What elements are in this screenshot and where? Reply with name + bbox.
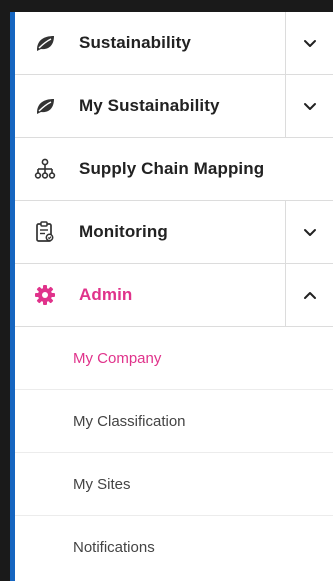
expand-toggle[interactable] xyxy=(285,12,333,74)
sidebar-menu: Sustainability My Sustainability Supply … xyxy=(15,12,333,581)
menu-item-sustainability[interactable]: Sustainability xyxy=(15,12,333,75)
leaf-icon xyxy=(33,94,57,118)
menu-item-admin[interactable]: Admin xyxy=(15,264,333,327)
menu-item-label: Monitoring xyxy=(79,222,168,241)
org-chart-icon xyxy=(33,157,57,181)
chevron-down-icon xyxy=(303,102,316,110)
menu-item-label: Admin xyxy=(79,285,133,304)
menu-item-label: My Sustainability xyxy=(79,96,220,115)
menu-item-label: Supply Chain Mapping xyxy=(79,159,265,178)
leaf-icon xyxy=(33,31,57,55)
submenu-item-notifications[interactable]: Notifications xyxy=(15,516,333,579)
chevron-up-icon xyxy=(303,291,316,299)
chevron-down-icon xyxy=(303,39,316,47)
menu-item-monitoring[interactable]: Monitoring xyxy=(15,201,333,264)
submenu-item-my-company[interactable]: My Company xyxy=(15,327,333,390)
submenu-item-label: My Company xyxy=(73,349,162,367)
submenu-item-label: My Classification xyxy=(73,412,186,430)
menu-item-label: Sustainability xyxy=(79,33,191,52)
menu-item-my-sustainability[interactable]: My Sustainability xyxy=(15,75,333,138)
expand-toggle[interactable] xyxy=(285,75,333,137)
submenu-item-label: Notifications xyxy=(73,539,155,556)
menu-item-supply-chain-mapping[interactable]: Supply Chain Mapping xyxy=(15,138,333,201)
expand-toggle[interactable] xyxy=(285,201,333,263)
chevron-down-icon xyxy=(303,228,316,236)
gear-icon xyxy=(33,283,57,307)
submenu-item-label: My Sites xyxy=(73,475,131,493)
clipboard-icon xyxy=(33,220,57,244)
submenu-item-my-classification[interactable]: My Classification xyxy=(15,390,333,453)
submenu-item-my-sites[interactable]: My Sites xyxy=(15,453,333,516)
collapse-toggle[interactable] xyxy=(285,264,333,326)
